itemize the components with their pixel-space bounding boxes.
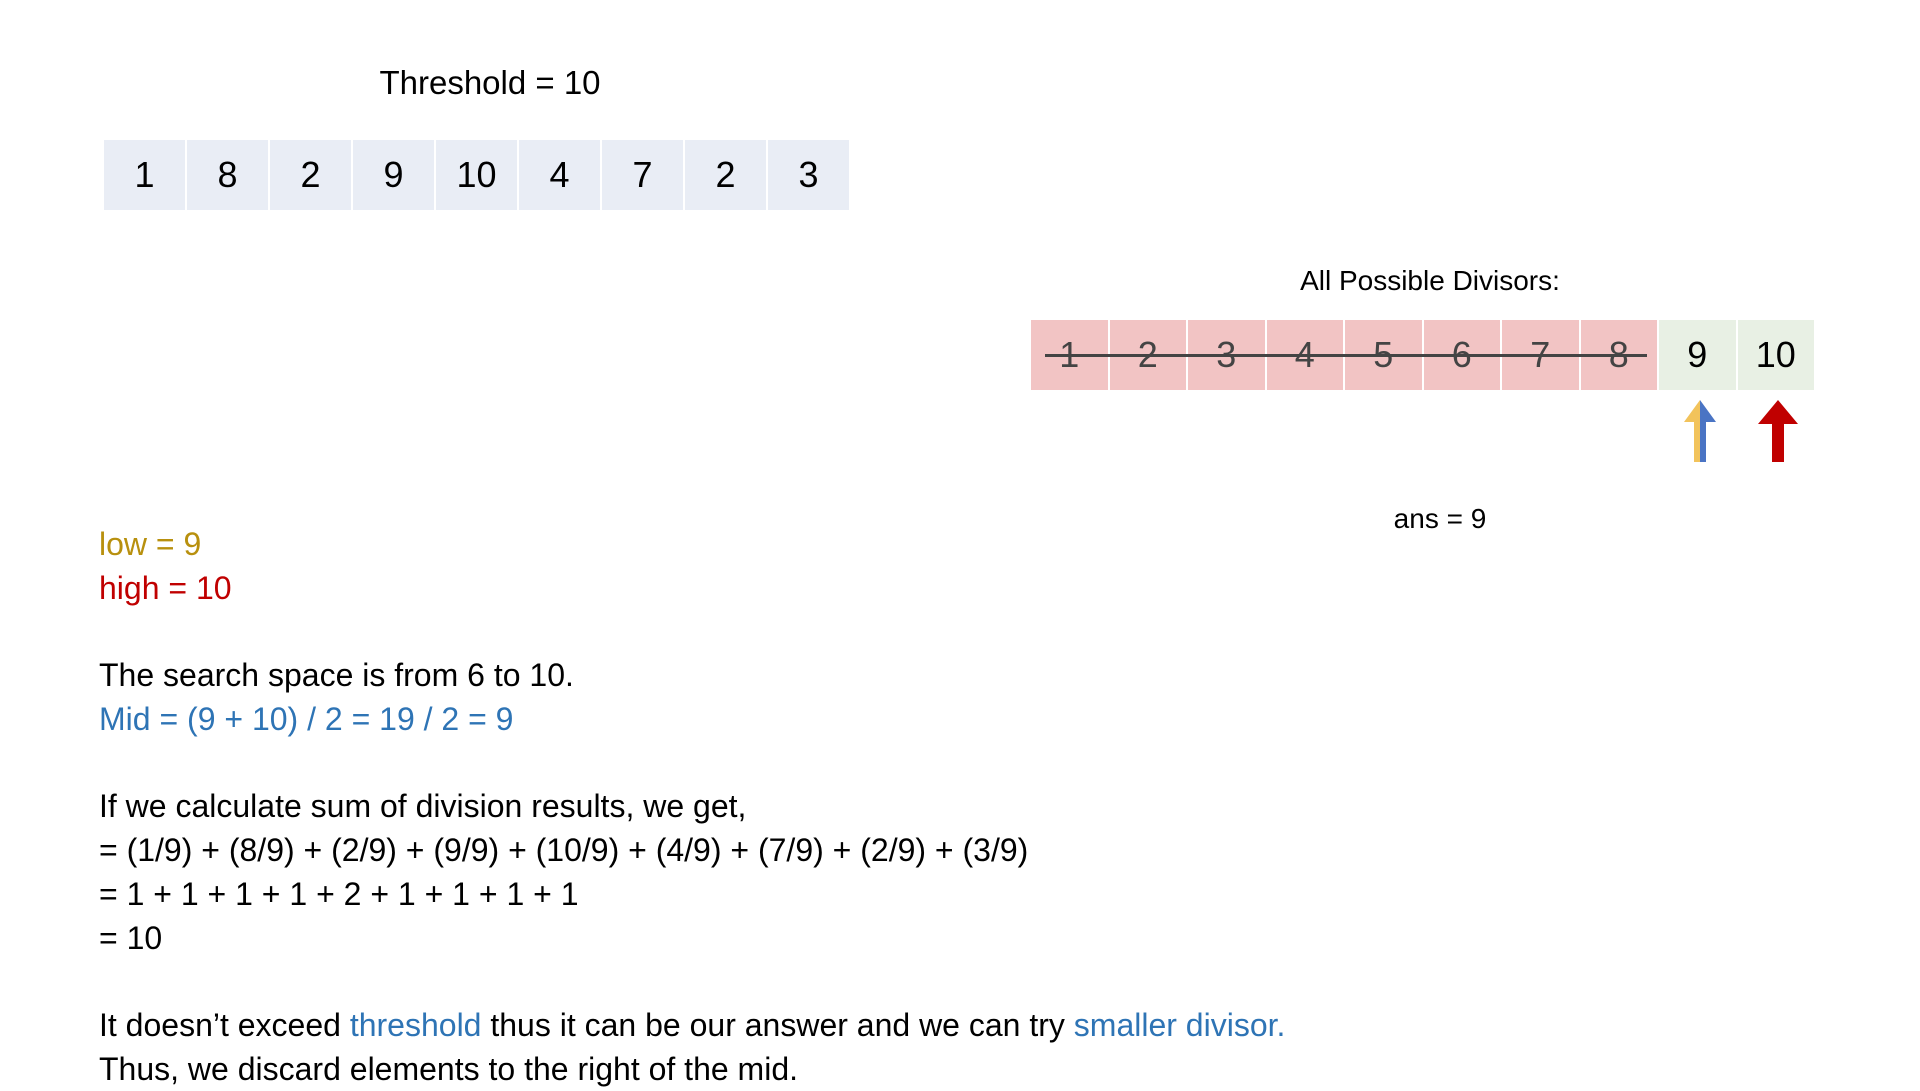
mid-formula: Mid = (9 + 10) / 2 = 19 / 2 = 9 <box>99 701 514 737</box>
threshold-title: Threshold = 10 <box>379 64 601 101</box>
array-cell: 7 <box>602 140 683 210</box>
search-space-text: The search space is from 6 to 10. <box>99 657 574 693</box>
conclusion-part-1: It doesn’t exceed <box>99 1007 350 1043</box>
array-cell: 8 <box>187 140 268 210</box>
high-pointer-arrow-icon <box>1758 400 1798 462</box>
conclusion-threshold: threshold <box>349 1007 482 1043</box>
high-value: high = 10 <box>99 570 232 606</box>
array-cell: 4 <box>519 140 600 210</box>
divisor-cell-9: 9 <box>1659 320 1736 390</box>
array-cell: 3 <box>768 140 849 210</box>
conclusion-smaller-divisor: smaller divisor. <box>1073 1007 1286 1043</box>
discarded-strikethrough <box>1045 354 1647 357</box>
calc-line-3: = 10 <box>99 920 163 956</box>
discard-text: Thus, we discard elements to the right o… <box>99 1051 798 1087</box>
calc-intro: If we calculate sum of division results,… <box>99 788 747 824</box>
calc-line-2: = 1 + 1 + 1 + 1 + 2 + 1 + 1 + 1 + 1 <box>99 876 579 912</box>
array-cell: 10 <box>436 140 517 210</box>
nums-array: 1 8 2 9 10 4 7 2 3 <box>104 140 851 210</box>
array-cell: 1 <box>104 140 185 210</box>
ans-label: ans = 9 <box>1393 503 1487 534</box>
low-value: low = 9 <box>99 526 202 562</box>
divisors-label: All Possible Divisors: <box>1300 265 1560 296</box>
conclusion-part-2: thus it can be our answer and we can try <box>481 1007 1074 1043</box>
low-pointer-arrow-icon <box>1684 400 1716 462</box>
divisor-cell-10: 10 <box>1737 320 1814 390</box>
conclusion-text: It doesn’t exceed threshold thus it can … <box>99 1003 1285 1047</box>
array-cell: 2 <box>270 140 351 210</box>
array-cell: 2 <box>685 140 766 210</box>
calc-line-1: = (1/9) + (8/9) + (2/9) + (9/9) + (10/9)… <box>99 832 1029 868</box>
array-cell: 9 <box>353 140 434 210</box>
